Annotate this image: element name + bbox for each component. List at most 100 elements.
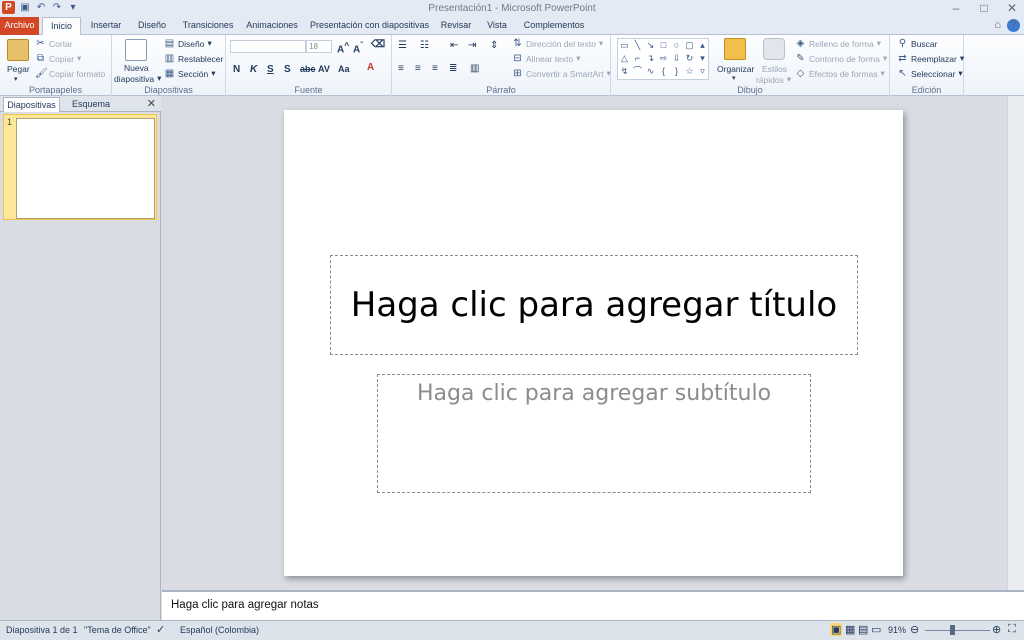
- curve-shape-icon[interactable]: ∿: [644, 65, 657, 78]
- tab-slides-pane[interactable]: Diapositivas: [3, 97, 60, 112]
- shape-fill-button[interactable]: ◈ Relleno de forma ▾: [795, 38, 881, 49]
- tab-insert[interactable]: Insertar: [84, 17, 128, 35]
- tab-review[interactable]: Revisar: [437, 17, 475, 35]
- theme-name[interactable]: "Tema de Office": [84, 625, 151, 635]
- reading-view-icon[interactable]: ▤: [858, 623, 868, 636]
- align-center-icon[interactable]: ≡: [415, 63, 421, 74]
- numbering-icon[interactable]: ☷: [420, 40, 429, 51]
- zoom-out-icon[interactable]: ⊖: [910, 623, 919, 636]
- triangle-shape-icon[interactable]: △: [618, 52, 631, 65]
- text-direction-button[interactable]: ⇅ Dirección del texto ▾: [512, 38, 603, 49]
- strikethrough-icon[interactable]: abc: [300, 64, 316, 74]
- cut-button[interactable]: ✂ Cortar: [35, 38, 72, 49]
- language[interactable]: Español (Colombia): [180, 625, 259, 635]
- tab-design[interactable]: Diseño: [132, 17, 172, 35]
- fit-to-window-icon[interactable]: ⛶: [1008, 623, 1016, 636]
- underline-icon[interactable]: S: [267, 64, 274, 75]
- line-spacing-icon[interactable]: ⇕: [490, 40, 498, 51]
- tab-transitions[interactable]: Transiciones: [178, 17, 238, 35]
- change-case-icon[interactable]: Aa: [338, 64, 350, 74]
- textbox-shape-icon[interactable]: ▭: [618, 39, 631, 52]
- vertical-scrollbar[interactable]: [1007, 96, 1024, 590]
- slide-sorter-icon[interactable]: ▦: [845, 623, 855, 636]
- new-slide-button[interactable]: Nueva: [124, 63, 149, 73]
- font-size-input[interactable]: 18: [306, 40, 332, 53]
- elbow-arrow-icon[interactable]: ↴: [644, 52, 657, 65]
- quick-styles-button[interactable]: Estilos: [762, 64, 787, 74]
- maximize-icon[interactable]: □: [976, 0, 992, 16]
- notes-pane[interactable]: Haga clic para agregar notas: [162, 590, 1024, 620]
- arrange-button[interactable]: Organizar: [717, 64, 754, 74]
- tab-addins[interactable]: Complementos: [518, 17, 590, 35]
- align-right-icon[interactable]: ≡: [432, 63, 438, 74]
- align-left-icon[interactable]: ≡: [398, 63, 404, 74]
- grow-font-icon[interactable]: A^: [337, 40, 349, 55]
- shrink-font-icon[interactable]: Aˇ: [353, 40, 363, 55]
- shape-outline-button[interactable]: ✎ Contorno de forma ▾: [795, 53, 887, 64]
- more-shapes-down-icon[interactable]: ▾: [696, 52, 709, 65]
- title-placeholder[interactable]: Haga clic para agregar título: [330, 255, 858, 355]
- quick-styles-button-line2[interactable]: rápidos ▾: [756, 74, 791, 85]
- new-slide-icon[interactable]: [125, 39, 147, 61]
- zoom-in-icon[interactable]: ⊕: [992, 623, 1001, 636]
- new-slide-button-line2[interactable]: diapositiva ▾: [114, 73, 161, 84]
- tab-outline-pane[interactable]: Esquema: [62, 97, 120, 112]
- rounded-rect-shape-icon[interactable]: ▢: [683, 39, 696, 52]
- paste-button[interactable]: Pegar: [7, 64, 30, 74]
- help-icon[interactable]: ?: [1007, 19, 1020, 32]
- paste-dropdown-icon[interactable]: ▾: [14, 75, 18, 83]
- zoom-level[interactable]: 91%: [888, 625, 906, 635]
- oval-shape-icon[interactable]: ○: [670, 39, 683, 52]
- zoom-slider-thumb[interactable]: [950, 625, 955, 635]
- tab-slideshow[interactable]: Presentación con diapositivas: [308, 17, 431, 35]
- slide-canvas[interactable]: Haga clic para agregar título Haga clic …: [284, 110, 903, 576]
- right-brace-icon[interactable]: }: [670, 65, 683, 78]
- elbow-connector-icon[interactable]: ⌐: [631, 52, 644, 65]
- replace-button[interactable]: ⇄ Reemplazar ▾: [897, 53, 964, 64]
- paste-icon[interactable]: [7, 39, 29, 61]
- bullets-icon[interactable]: ☰: [398, 40, 407, 51]
- left-brace-icon[interactable]: {: [657, 65, 670, 78]
- slide-thumbnail-row[interactable]: 1: [3, 114, 157, 220]
- minimize-ribbon-icon[interactable]: ⌂: [994, 19, 1001, 32]
- loop-shape-icon[interactable]: ↻: [683, 52, 696, 65]
- char-spacing-icon[interactable]: AV: [318, 64, 330, 74]
- clear-format-icon[interactable]: ⌫: [371, 39, 385, 50]
- curved-arrow-icon[interactable]: ↯: [618, 65, 631, 78]
- line-shape-icon[interactable]: ╲: [631, 39, 644, 52]
- italic-icon[interactable]: K: [250, 64, 257, 75]
- select-button[interactable]: ↖ Seleccionar ▾: [897, 68, 962, 79]
- tab-home[interactable]: Inicio: [42, 17, 81, 36]
- slide-thumbnail[interactable]: [16, 118, 155, 219]
- right-arrow-shape-icon[interactable]: ⇨: [657, 52, 670, 65]
- arrow-shape-icon[interactable]: ↘: [644, 39, 657, 52]
- spellcheck-icon[interactable]: ✓: [156, 623, 165, 636]
- arrange-icon[interactable]: [724, 38, 746, 60]
- smartart-button[interactable]: ⊞ Convertir a SmartArt ▾: [512, 68, 610, 79]
- normal-view-icon[interactable]: ▣: [830, 623, 843, 636]
- star-shape-icon[interactable]: ☆: [683, 65, 696, 78]
- quick-styles-icon[interactable]: [763, 38, 785, 60]
- section-button[interactable]: ▦ Sección ▾: [164, 68, 216, 79]
- tab-file[interactable]: Archivo: [0, 17, 39, 35]
- shapes-gallery[interactable]: ▭ ╲ ↘ □ ○ ▢ ▴ △ ⌐ ↴ ⇨ ⇩ ↻ ▾ ↯ ⌒ ∿ { } ☆ …: [617, 38, 709, 80]
- copy-button[interactable]: ⧉ Copiar ▾: [35, 53, 81, 64]
- reset-button[interactable]: ▥ Restablecer: [164, 53, 224, 64]
- rectangle-shape-icon[interactable]: □: [657, 39, 670, 52]
- shadow-icon[interactable]: S: [284, 64, 291, 75]
- justify-icon[interactable]: ≣: [449, 63, 457, 74]
- bold-icon[interactable]: N: [233, 64, 240, 75]
- minimize-icon[interactable]: –: [948, 0, 964, 16]
- columns-icon[interactable]: ▥: [470, 63, 479, 74]
- find-button[interactable]: ⚲ Buscar: [897, 38, 938, 49]
- increase-indent-icon[interactable]: ⇥: [468, 40, 476, 51]
- more-shapes-up-icon[interactable]: ▴: [696, 39, 709, 52]
- format-painter-button[interactable]: 🖌 Copiar formato: [35, 68, 105, 79]
- close-pane-icon[interactable]: ✕: [147, 97, 156, 110]
- slideshow-view-icon[interactable]: ▭: [871, 623, 881, 636]
- arc-shape-icon[interactable]: ⌒: [631, 65, 644, 78]
- arrange-dropdown-icon[interactable]: ▾: [732, 74, 736, 82]
- down-arrow-shape-icon[interactable]: ⇩: [670, 52, 683, 65]
- layout-button[interactable]: ▤ Diseño ▾: [164, 38, 212, 49]
- notes-placeholder[interactable]: Haga clic para agregar notas: [171, 599, 319, 611]
